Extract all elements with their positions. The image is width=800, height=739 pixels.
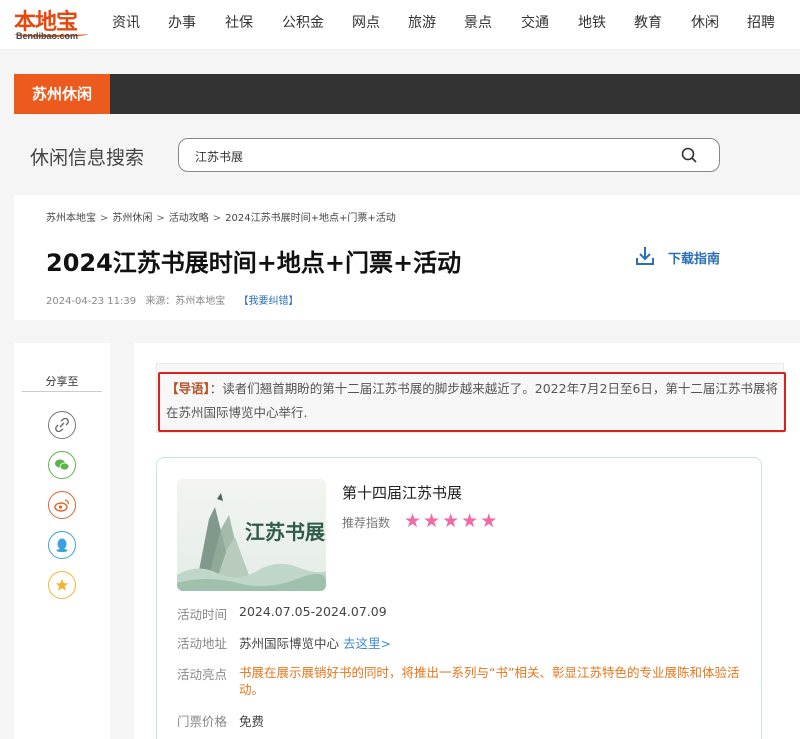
download-guide-label: 下载指南 — [668, 252, 721, 267]
breadcrumb-current: 2024江苏书展时间+地点+门票+活动 — [225, 213, 396, 224]
nav-item-jobs[interactable]: 招聘 — [747, 12, 775, 32]
event-place-name: 苏州国际博览中心 — [239, 636, 340, 651]
article-header: 苏州本地宝 > 苏州休闲 > 活动攻略 >2024江苏书展时间+地点+门票+活动 2024… — [14, 195, 800, 320]
star-icon: ★ — [423, 510, 443, 532]
nav-item-education[interactable]: 教育 — [634, 12, 662, 32]
search-icon[interactable] — [681, 147, 697, 163]
rating-label: 推荐指数 — [342, 516, 391, 530]
star-icon: ★ — [442, 510, 462, 532]
nav-item-news[interactable]: 资讯 — [112, 12, 140, 32]
nav-item-attractions[interactable]: 景点 — [464, 12, 492, 32]
share-weibo-button[interactable] — [48, 491, 76, 519]
article-date: 2024-04-23 11:39 — [46, 296, 137, 307]
intro-text: 【导语】：读者们翘首期盼的第十二届江苏书展的脚步越来越近了。2022年7月2日至… — [166, 377, 778, 425]
wechat-icon — [55, 459, 70, 471]
nav-item-social-security[interactable]: 社保 — [225, 12, 253, 32]
breadcrumb: 苏州本地宝 > 苏州休闲 > 活动攻略 >2024江苏书展时间+地点+门票+活动 — [46, 213, 396, 224]
section-tab[interactable]: 苏州休闲 — [14, 74, 110, 114]
link-icon — [55, 418, 69, 432]
nav-item-travel[interactable]: 旅游 — [408, 12, 436, 32]
breadcrumb-item[interactable]: 苏州休闲 — [112, 213, 152, 224]
qq-icon — [56, 538, 68, 553]
download-icon — [636, 247, 654, 265]
event-highlight-key: 活动亮点 — [177, 667, 228, 682]
event-card: 江苏书展 第十四届江苏书展 推荐指数 ★★★★★ 活动时间 2024.07.05… — [156, 457, 762, 739]
rating-stars: ★★★★★ — [404, 510, 499, 532]
directions-link[interactable]: 去这里> — [343, 636, 391, 651]
event-image-title: 江苏书展 — [245, 520, 325, 544]
share-divider — [22, 391, 102, 392]
event-time-key: 活动时间 — [177, 607, 228, 622]
event-place-key: 活动地址 — [177, 636, 228, 651]
share-sidebar: 分享至 — [14, 343, 110, 739]
event-price-key: 门票价格 — [177, 714, 228, 729]
search-label: 休闲信息搜索 — [30, 147, 145, 169]
nav-item-metro[interactable]: 地铁 — [578, 12, 606, 32]
event-place-value: 苏州国际博览中心 去这里> — [239, 633, 391, 652]
weibo-icon — [54, 499, 70, 512]
nav-item-housing-fund[interactable]: 公积金 — [282, 12, 324, 32]
event-image-art: 江苏书展 — [177, 479, 326, 591]
report-error-link[interactable]: 【我要纠错】 — [239, 296, 299, 307]
share-link-button[interactable] — [48, 411, 76, 439]
breadcrumb-item[interactable]: 活动攻略 — [169, 213, 209, 224]
event-image: 江苏书展 — [177, 479, 326, 591]
breadcrumb-item[interactable]: 苏州本地宝 — [46, 213, 96, 224]
top-nav: 本地宝 Bendibao.com 资讯 办事 社保 公积金 网点 旅游 景点 交… — [0, 0, 800, 50]
star-icon: ★ — [461, 510, 481, 532]
nav-item-outlets[interactable]: 网点 — [352, 12, 380, 32]
logo-subtext: Bendibao.com — [16, 31, 79, 41]
article-meta: 2024-04-23 11:39 来源：苏州本地宝 【我要纠错】 — [46, 292, 299, 307]
share-wechat-button[interactable] — [48, 451, 76, 479]
share-title: 分享至 — [45, 375, 79, 388]
nav-item-services[interactable]: 办事 — [168, 12, 196, 32]
site-logo[interactable]: 本地宝 Bendibao.com — [14, 4, 98, 44]
event-price-value: 免费 — [239, 714, 265, 729]
share-qzone-button[interactable] — [48, 571, 76, 599]
page-title: 2024江苏书展时间+地点+门票+活动 — [46, 249, 462, 277]
event-highlight-value: 书展在展示展销好书的同时，将推出一系列与“书”相关、彰显江苏特色的专业展陈和体验… — [239, 665, 740, 697]
main-content: 【导语】：读者们翘首期盼的第十二届江苏书展的脚步越来越近了。2022年7月2日至… — [134, 343, 800, 739]
search-input-value: 江苏书展 — [195, 150, 244, 164]
nav-item-leisure[interactable]: 休闲 — [691, 12, 719, 32]
nav-item-transport[interactable]: 交通 — [521, 12, 549, 32]
star-icon: ★ — [404, 510, 424, 532]
intro-body: ：读者们翘首期盼的第十二届江苏书展的脚步越来越近了。2022年7月2日至6日，第… — [166, 381, 778, 420]
section-bar: 苏州休闲 — [14, 74, 800, 114]
event-name: 第十四届江苏书展 — [342, 484, 463, 502]
search-input[interactable]: 江苏书展 — [178, 138, 720, 172]
qzone-icon — [55, 579, 69, 591]
star-icon: ★ — [480, 510, 500, 532]
event-time-value: 2024.07.05-2024.07.09 — [239, 604, 387, 619]
article-source: 来源：苏州本地宝 — [145, 296, 226, 307]
intro-label: 【导语】 — [166, 381, 210, 396]
share-qq-button[interactable] — [48, 531, 76, 559]
